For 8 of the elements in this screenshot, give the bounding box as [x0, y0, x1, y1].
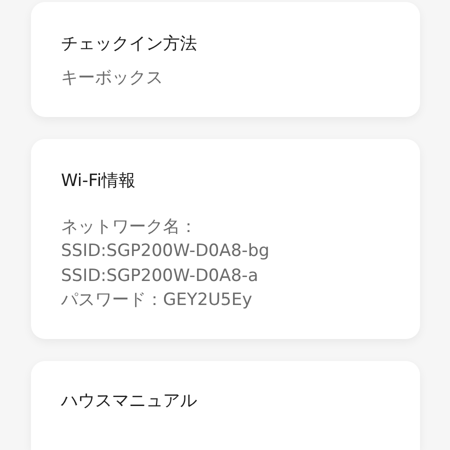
card-text: SSID:SGP200W-D0A8-a: [61, 264, 260, 288]
card-text: パスワード：GEY2U5Ey: [61, 289, 254, 312]
card-text: キーボックス: [61, 67, 164, 90]
card-title: Wi-Fi情報: [61, 170, 137, 192]
card-text: ネットワーク名：: [61, 216, 198, 238]
card-title: チェックイン方法: [61, 33, 198, 56]
card-title: ハウスマニュアル: [61, 390, 198, 412]
card-text: SSID:SGP200W-D0A8-bg: [61, 240, 270, 263]
